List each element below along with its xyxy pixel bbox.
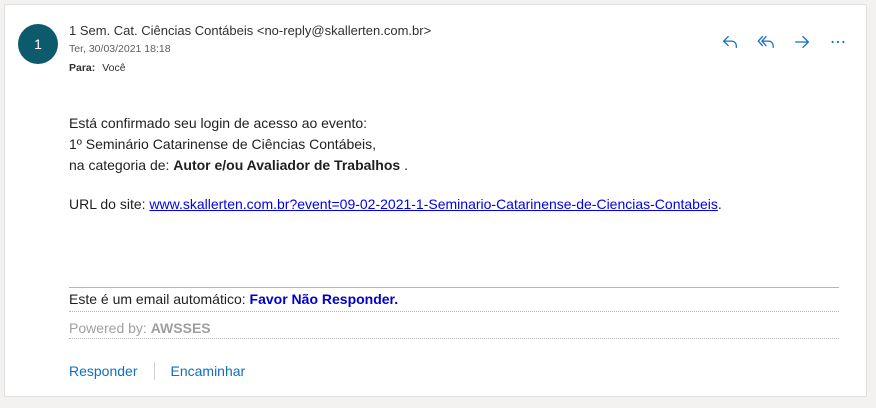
category-suffix: .	[400, 157, 408, 173]
footer-divider	[69, 287, 839, 288]
sender-address[interactable]: 1 Sem. Cat. Ciências Contábeis <no-reply…	[69, 23, 431, 38]
forward-link[interactable]: Encaminhar	[171, 363, 246, 379]
body-line-3: na categoria de: Autor e/ou Avaliador de…	[69, 155, 408, 176]
reply-button[interactable]	[716, 29, 744, 55]
site-url-line: URL do site: www.skallerten.com.br?event…	[69, 196, 722, 212]
forward-button[interactable]	[788, 29, 816, 55]
to-label: Para:	[69, 62, 96, 74]
powered-prefix: Powered by:	[69, 320, 151, 336]
quick-reply-bar: Responder Encaminhar	[69, 362, 245, 380]
site-url-link[interactable]: www.skallerten.com.br?event=09-02-2021-1…	[149, 196, 717, 212]
reply-icon	[723, 35, 737, 49]
auto-notice-emphasis: Favor Não Responder.	[249, 291, 399, 307]
message-actions	[716, 29, 852, 55]
reply-link[interactable]: Responder	[69, 363, 138, 379]
forward-icon	[795, 35, 809, 49]
message-body: Está confirmado seu login de acesso ao e…	[69, 113, 408, 176]
powered-divider-top	[69, 311, 839, 312]
automatic-notice: Este é um email automático: Favor Não Re…	[69, 291, 398, 307]
category-value: Autor e/ou Avaliador de Trabalhos	[173, 157, 401, 173]
recipient-name[interactable]: Você	[102, 62, 125, 74]
powered-by: Powered by: AWSSES	[69, 320, 211, 336]
powered-brand: AWSSES	[150, 320, 211, 336]
url-suffix: .	[717, 196, 722, 212]
more-actions-button[interactable]	[824, 29, 852, 55]
body-line-1: Está confirmado seu login de acesso ao e…	[69, 115, 368, 131]
powered-divider-bottom	[69, 338, 839, 339]
avatar-initial: 1	[34, 36, 42, 52]
sender-avatar[interactable]: 1	[18, 24, 58, 64]
email-reading-pane: 1 1 Sem. Cat. Ciências Contábeis <no-rep…	[4, 4, 867, 397]
reply-all-button[interactable]	[752, 29, 780, 55]
reply-all-icon	[757, 35, 774, 49]
body-line-2: 1º Seminário Catarinense de Ciências Con…	[69, 136, 377, 152]
reply-bar-separator	[153, 362, 155, 380]
recipient-line: Para: Você	[69, 62, 126, 74]
category-prefix: na categoria de:	[69, 157, 174, 173]
sent-date: Ter, 30/03/2021 18:18	[69, 43, 171, 55]
url-label: URL do site:	[69, 196, 150, 212]
auto-notice-prefix: Este é um email automático:	[69, 291, 250, 307]
more-icon	[831, 40, 845, 44]
